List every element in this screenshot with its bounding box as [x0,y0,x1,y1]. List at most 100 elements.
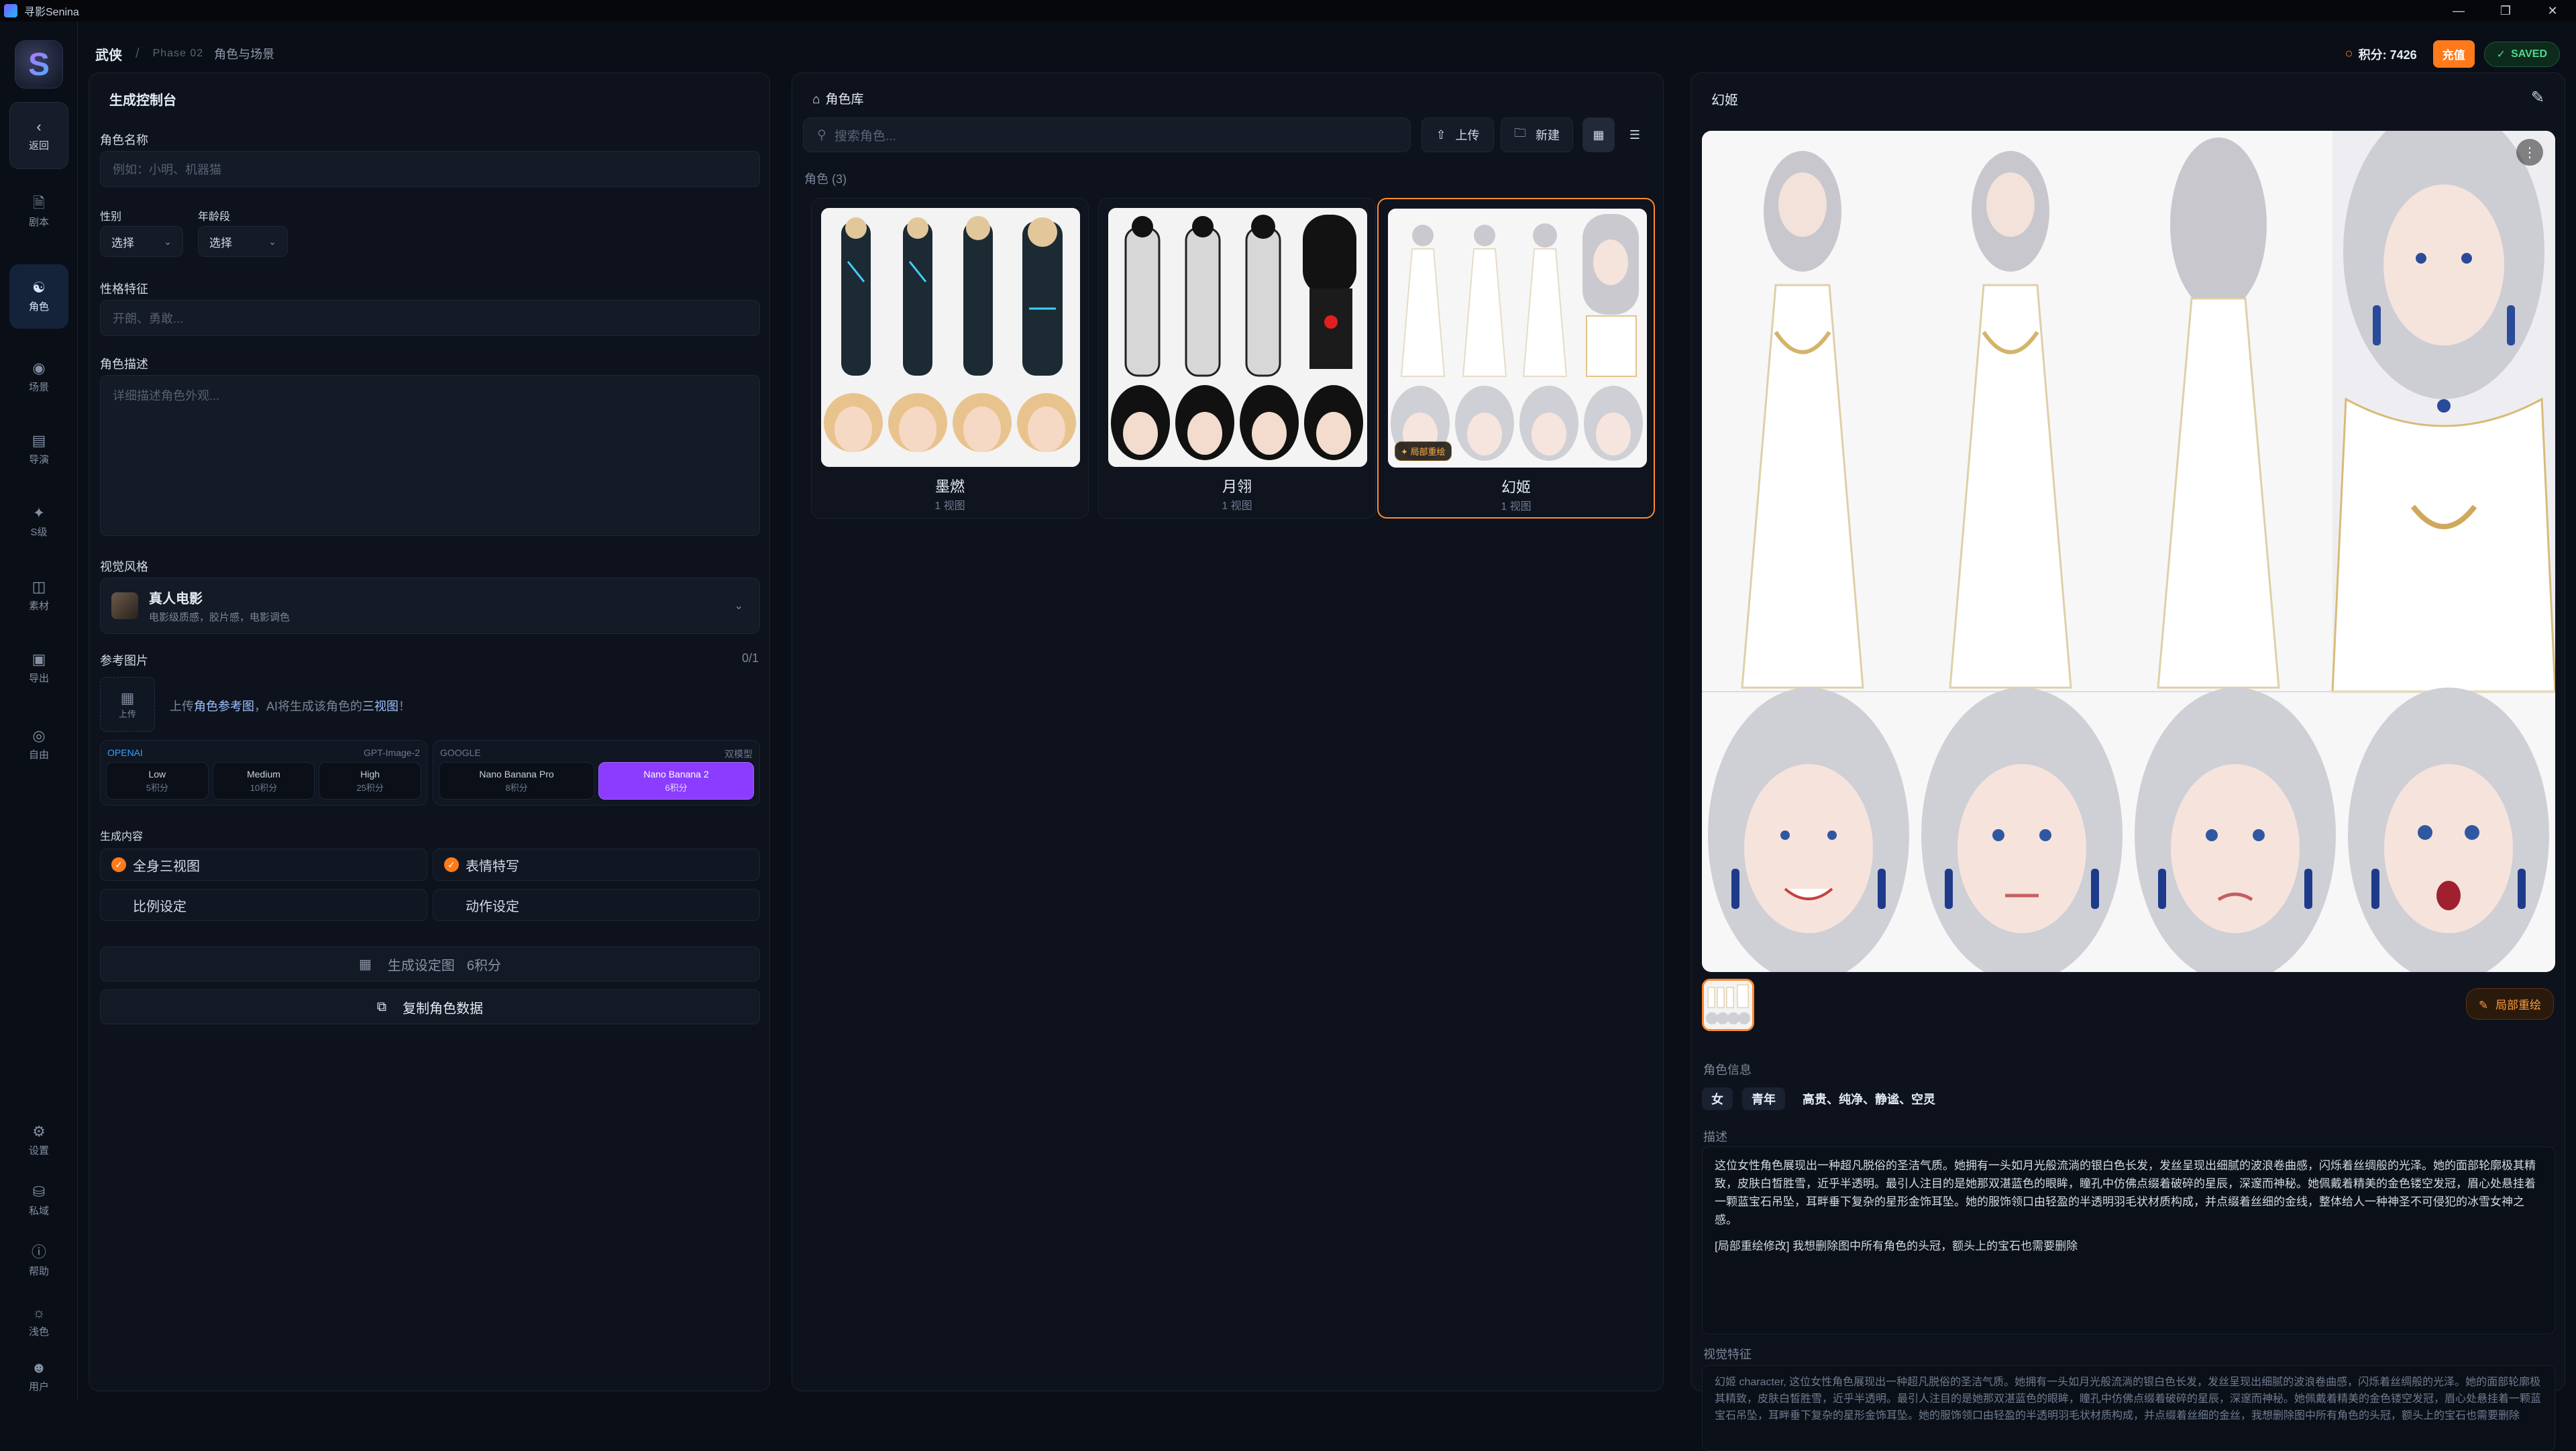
age-value: 选择 [209,236,232,250]
gen-option-full-body[interactable]: ✓ 全身三视图 [100,849,427,881]
generate-button[interactable]: ▦ 生成设定图 6积分 [100,947,760,981]
nav-item-characters[interactable]: ☯ 角色 [9,264,68,329]
hint-text: 上传 [170,700,194,713]
character-sheet-illustration [1702,131,2555,972]
upload-icon: ⇧ [1436,127,1446,142]
upload-ref-button[interactable]: ▦ 上传 [100,677,155,732]
copy-character-button[interactable]: ⧉ 复制角色数据 [100,989,760,1024]
badge-text: 局部重绘 [1410,447,1446,457]
points-display: ○ 积分: 7426 [2345,46,2417,63]
character-search-input[interactable]: ⚲ 搜索角色... [803,117,1411,152]
character-card[interactable]: 月翎 1 视图 [1098,198,1376,519]
panel-title: 生成控制台 [109,93,176,108]
checked-icon: ✓ [444,857,459,872]
film-icon: ▣ [32,650,46,667]
sparkle-icon: ✦ [32,504,46,521]
maximize-icon[interactable]: ❐ [2482,0,2529,21]
grid-view-toggle[interactable]: ▦ [1582,117,1615,152]
view-thumbnail[interactable] [1702,979,1754,1031]
nav-item-light-mode[interactable]: ☼ 浅色 [9,1289,68,1354]
nav-item-free[interactable]: ◎ 自由 [9,712,68,777]
nav-item-settings[interactable]: ⚙ 设置 [9,1108,68,1173]
tag-traits: 高贵、纯净、静谧、空灵 [1803,1093,1935,1106]
window-controls: — ❐ ✕ [2435,0,2576,21]
model-option-nano-banana-pro[interactable]: Nano Banana Pro 8积分 [439,762,594,800]
library-title-text: 角色库 [825,93,864,107]
ref-label: 参考图片 [100,654,148,667]
sparkle-icon: ✦ [1401,447,1408,457]
points-label: 积分: 7426 [2358,48,2417,62]
saved-label: SAVED [2511,48,2547,60]
gen-content-label: 生成内容 [100,831,144,843]
list-view-toggle[interactable]: ☰ [1619,117,1651,152]
app-logo-icon [4,4,17,17]
gen-option-proportion[interactable]: 比例设定 [100,889,427,921]
nav-label: 剧本 [28,216,49,228]
saved-badge: ✓ SAVED [2483,41,2560,67]
folder-plus-icon: 🗀 [1514,126,1526,140]
new-character-button[interactable]: 🗀 新建 [1501,117,1573,152]
model-name: 双模型 [724,749,753,759]
quality-option-medium[interactable]: Medium 10积分 [212,762,315,800]
more-options-icon[interactable]: ⋮ [2516,139,2543,166]
gen-option-expression[interactable]: ✓ 表情特写 [433,849,760,881]
minimize-icon[interactable]: — [2435,0,2482,21]
help-circle-icon: ⓘ [31,1243,46,1260]
style-select[interactable]: 真人电影 电影级质感，胶片感，电影调色 ⌄ [100,578,760,634]
age-label: 年龄段 [198,211,231,223]
character-card[interactable]: 墨燃 1 视图 [811,198,1089,519]
nav-item-script[interactable]: 🗎 剧本 [9,180,68,244]
hint-text: ！ [398,700,411,713]
nav-item-s-level[interactable]: ✦ S级 [9,490,68,554]
description-textarea[interactable]: 详细描述角色外观... [100,375,760,536]
name-input[interactable]: 例如：小明、机器猫 [100,151,760,187]
model-option-nano-banana-2[interactable]: Nano Banana 2 6积分 [598,762,754,800]
gender-label: 性别 [100,211,122,223]
hint-text: ，AI将生成该角色的 [254,700,363,713]
grid-icon: ▦ [1593,127,1605,142]
personality-input[interactable]: 开朗、勇敢... [100,300,760,336]
gen-option-label: 动作设定 [466,899,519,914]
gear-icon: ⚙ [32,1122,46,1140]
quality-option-low[interactable]: Low 5积分 [106,762,209,800]
back-button[interactable]: ‹ 返回 [9,102,68,169]
nav-label: S级 [30,526,48,538]
gender-select[interactable]: 选择 ⌄ [100,226,183,257]
nav-item-assets[interactable]: ◫ 素材 [9,563,68,628]
close-icon[interactable]: ✕ [2529,0,2576,21]
character-sheet-main-image[interactable]: ⋮ [1702,131,2555,972]
chevron-down-icon: ⌄ [734,600,743,612]
personality-label: 性格特征 [100,282,148,296]
openai-model-card: OPENAI GPT-Image-2 Low 5积分 Medium 10积分 H… [100,740,427,806]
option-points: 6积分 [665,782,688,793]
nav-item-export[interactable]: ▣ 导出 [9,636,68,700]
upload-button[interactable]: ⇧ 上传 [1421,117,1494,152]
video-camera-icon: ◫ [32,578,46,595]
nav-label: 帮助 [28,1265,49,1277]
description-text[interactable]: 这位女性角色展现出一种超凡脱俗的圣洁气质。她拥有一头如月光般流淌的银白色长发，发… [1702,1146,2555,1334]
model-options: Nano Banana Pro 8积分 Nano Banana 2 6积分 [439,762,754,800]
gen-option-action[interactable]: 动作设定 [433,889,760,921]
tag-age: 青年 [1742,1087,1785,1110]
local-redraw-button[interactable]: ✎ 局部重绘 [2466,988,2554,1020]
search-icon: ⚲ [817,127,826,142]
edit-icon[interactable]: ✎ [2531,88,2544,107]
quality-option-high[interactable]: High 25积分 [319,762,422,800]
option-name: Nano Banana 2 [643,768,709,780]
nav-item-private[interactable]: ⛁ 私域 [9,1169,68,1233]
nav-label: 素材 [28,600,49,612]
nav-item-user[interactable]: ☻ 用户 [9,1350,68,1403]
visual-features-text[interactable]: 幻姬 character, 这位女性角色展现出一种超凡脱俗的圣洁气质。她拥有一头… [1702,1365,2555,1451]
library-title: ⌂ 角色库 [812,89,864,107]
nav-item-director[interactable]: ▤ 导演 [9,417,68,482]
recharge-button[interactable]: 充值 [2432,40,2475,68]
nav-label: 自由 [28,749,49,761]
nav-item-scenes[interactable]: ◉ 场景 [9,345,68,409]
chevron-down-icon: ⌄ [164,235,172,247]
character-card-selected[interactable]: ✦ 局部重绘 幻姬 1 视图 [1377,198,1655,519]
option-name: Low [148,768,166,780]
breadcrumb-project[interactable]: 武侠 [95,44,122,64]
nav-item-help[interactable]: ⓘ 帮助 [9,1229,68,1293]
age-select[interactable]: 选择 ⌄ [198,226,288,257]
nav-label: 导演 [28,453,49,466]
